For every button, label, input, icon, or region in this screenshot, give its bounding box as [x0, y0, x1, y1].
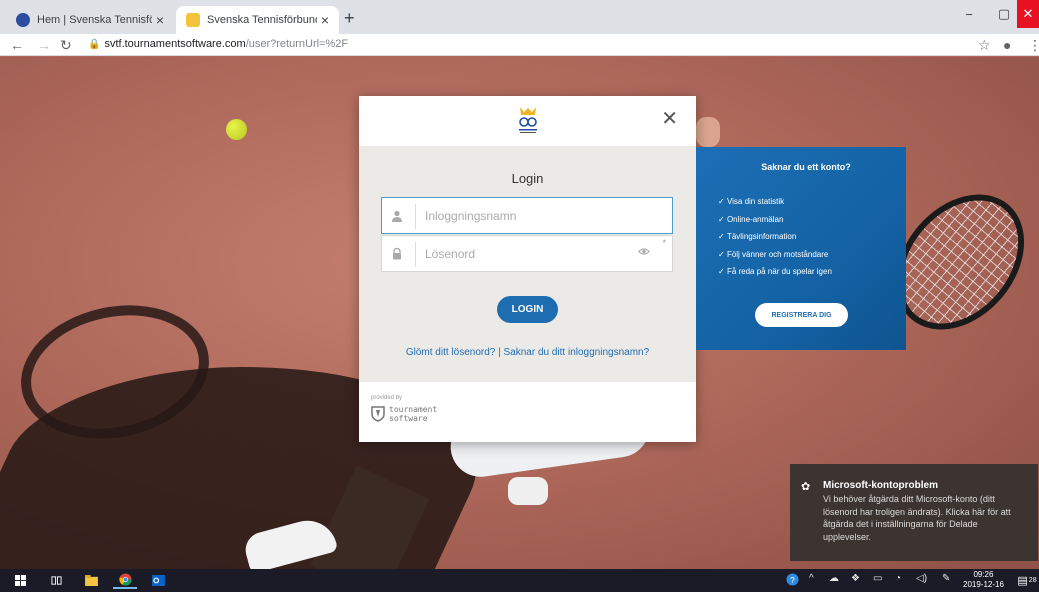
tab-close-icon[interactable]: × [321, 12, 329, 28]
minimize-button[interactable]: − [950, 0, 988, 28]
outlook-icon[interactable] [148, 572, 168, 589]
url-field[interactable]: 🔒 svtf.tournamentsoftware.com/user?return… [88, 38, 348, 50]
player-shoe-far [508, 477, 548, 505]
gear-icon: ✿ [801, 481, 811, 493]
username-field [381, 197, 673, 234]
login-button[interactable]: LOGIN [497, 296, 558, 323]
notification-body: Vi behöver åtgärda ditt Microsoft-konto … [823, 494, 1011, 542]
chevron-up-icon[interactable]: ^ [809, 573, 814, 584]
register-button[interactable]: REGISTRERA DIG [755, 303, 848, 327]
clock-date: 2019-12-16 [963, 580, 1004, 589]
password-field: * [381, 235, 673, 272]
player-arm [696, 117, 720, 147]
svg-text:?: ? [790, 575, 795, 585]
provider-footer: provided by tournament software [359, 382, 696, 442]
notification-count: 28 [1028, 577, 1037, 584]
svtf-favicon-icon [16, 13, 30, 27]
shield-icon [371, 406, 385, 422]
tournament-software-logo[interactable]: tournament software [371, 405, 437, 423]
login-dialog-header: ✕ [359, 96, 696, 146]
login-dialog: ✕ Login * LOGIN Glömt ditt lösenord? | S… [359, 96, 696, 442]
cloud-sync-icon[interactable]: ☁ [829, 573, 839, 584]
chrome-icon[interactable] [113, 572, 137, 589]
link-separator: | [495, 347, 504, 358]
pen-icon[interactable]: ✎ [942, 573, 950, 584]
clock-time: 09:26 [973, 570, 994, 579]
browser-tab-bar: Hem | Svenska Tennisförbundet × Svenska … [0, 0, 1039, 34]
required-asterisk: * [662, 238, 666, 248]
benefit-item: Få reda på när du spelar igen [718, 263, 832, 281]
url-path: /user?returnUrl=%2F [245, 38, 349, 50]
signup-panel: Saknar du ett konto? Visa din statistik … [696, 147, 906, 350]
tab-title: Hem | Svenska Tennisförbundet [37, 14, 152, 26]
notification-title: Microsoft-kontoproblem [823, 480, 938, 491]
tab-title: Svenska Tennisförbundet [207, 14, 317, 26]
forgot-username-link[interactable]: Saknar du ditt inloggningsnamn? [504, 347, 650, 358]
notification-toast[interactable]: ✿ Microsoft-kontoproblem Vi behöver åtgä… [790, 464, 1038, 561]
close-dialog-icon[interactable]: ✕ [661, 106, 678, 131]
url-host: svtf.tournamentsoftware.com [104, 38, 246, 50]
benefits-list: Visa din statistik Online-anmälan Tävlin… [718, 193, 832, 281]
user-icon [392, 210, 402, 222]
wifi-icon[interactable]: ◔ [895, 573, 901, 584]
provider-name-line2: software [389, 414, 428, 423]
login-title: Login [511, 171, 544, 186]
dropbox-icon[interactable]: ❖ [851, 573, 860, 584]
tab-close-icon[interactable]: × [156, 12, 164, 28]
profile-icon[interactable]: ● [1003, 37, 1011, 53]
tab-hem[interactable]: Hem | Svenska Tennisförbundet × [6, 6, 174, 34]
field-separator [415, 242, 416, 267]
tennis-ball [226, 119, 247, 140]
help-links: Glömt ditt lösenord? | Saknar du ditt in… [359, 347, 696, 358]
battery-icon[interactable]: ▭ [873, 573, 882, 584]
forgot-password-link[interactable]: Glömt ditt lösenord? [406, 347, 496, 358]
menu-kebab-icon[interactable]: ⋮ [1028, 37, 1039, 54]
field-separator [415, 204, 416, 229]
username-input[interactable] [425, 206, 625, 226]
benefit-item: Tävlingsinformation [718, 228, 832, 246]
windows-taskbar: ? ^ ☁ ❖ ▭ ◔ ◁) ✎ 09:26 2019-12-16 ▤ 28 [0, 569, 1039, 592]
provider-name-line1: tournament [389, 405, 438, 414]
action-center-icon[interactable]: ▤ 28 [1016, 572, 1038, 589]
start-windows-icon[interactable] [10, 572, 30, 589]
back-arrow-icon[interactable]: ← [10, 37, 24, 53]
lock-icon: 🔒 [88, 39, 101, 50]
new-tab-button[interactable]: + [344, 8, 355, 29]
benefit-item: Visa din statistik [718, 193, 832, 211]
task-view-icon[interactable] [46, 572, 66, 589]
volume-icon[interactable]: ◁) [916, 573, 927, 584]
lock-icon [393, 247, 401, 260]
file-explorer-icon[interactable] [81, 572, 101, 589]
benefit-item: Online-anmälan [718, 211, 832, 229]
signup-title: Saknar du ett konto? [761, 162, 851, 172]
tab-svtf-login[interactable]: Svenska Tennisförbundet × [176, 6, 339, 34]
benefit-item: Följ vänner och motståndare [718, 246, 832, 264]
provided-by-label: provided by [371, 395, 403, 401]
show-password-eye-icon[interactable] [638, 247, 650, 256]
svtf-logo-icon [519, 107, 537, 133]
password-input[interactable] [425, 244, 625, 264]
close-window-button[interactable]: ✕ [1017, 0, 1039, 28]
address-bar: ← → ↻ 🔒 svtf.tournamentsoftware.com/user?… [0, 34, 1039, 56]
svtf-logo-favicon-icon [186, 13, 200, 27]
help-icon[interactable]: ? [786, 573, 799, 589]
forward-arrow-icon[interactable]: → [37, 37, 51, 53]
system-clock[interactable]: 09:26 2019-12-16 [963, 570, 1004, 590]
reload-icon[interactable]: ↻ [60, 37, 72, 54]
bookmark-star-icon[interactable]: ☆ [978, 37, 991, 54]
